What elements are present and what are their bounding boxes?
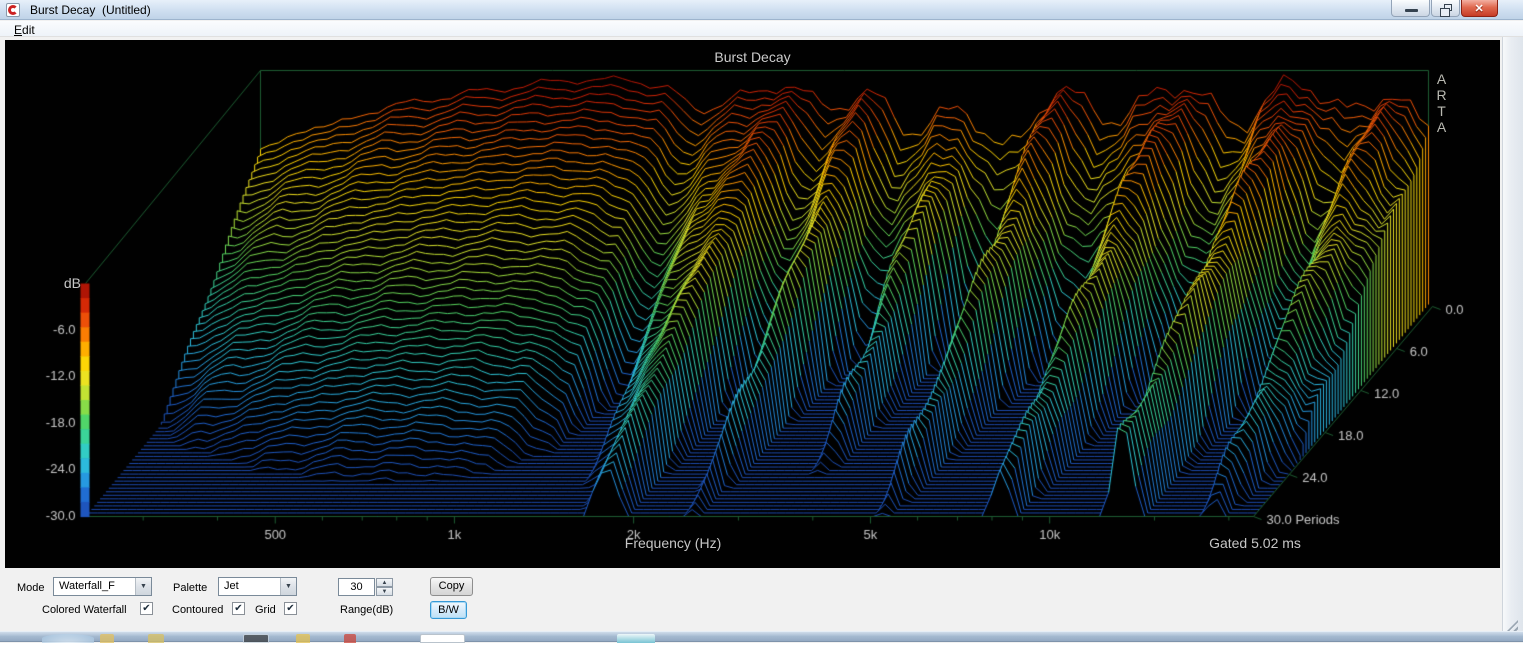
mode-select[interactable]: Waterfall_F ▼ — [53, 577, 152, 596]
grid-checkbox[interactable]: ✔ — [284, 602, 297, 615]
colored-waterfall-label: Colored Waterfall — [42, 604, 127, 616]
grid-label: Grid — [255, 604, 276, 616]
control-bar: Mode Waterfall_F ▼ Palette Jet ▼ 30 ▲ ▼ … — [0, 568, 1500, 630]
taskbar-icon-hint — [420, 634, 465, 643]
window-title: Burst Decay (Untitled) — [30, 3, 151, 17]
chart-title: Burst Decay — [5, 49, 1500, 65]
window-right-border — [1502, 37, 1523, 631]
restore-button[interactable] — [1431, 0, 1460, 17]
spin-down-icon[interactable]: ▼ — [376, 587, 393, 596]
menubar: Edit — [0, 21, 1523, 37]
restore-icon — [1444, 4, 1452, 11]
colored-waterfall-checkbox[interactable]: ✔ — [140, 602, 153, 615]
window-bottom-border — [0, 631, 1523, 642]
contoured-label: Contoured — [172, 604, 223, 616]
titlebar: Burst Decay (Untitled) ✕ — [0, 0, 1523, 20]
range-db-label: Range(dB) — [340, 604, 393, 616]
app-window: Burst Decay (Untitled) ✕ Edit Burst Deca… — [0, 0, 1523, 653]
app-icon — [6, 3, 20, 17]
desktop-sliver — [0, 643, 1523, 653]
taskbar-icon-hint — [243, 634, 269, 643]
range-db-input[interactable]: 30 — [338, 578, 375, 596]
taskbar-icon-hint — [296, 634, 310, 643]
palette-select-value: Jet — [224, 580, 239, 592]
copy-button[interactable]: Copy — [430, 577, 473, 596]
close-icon: ✕ — [1475, 2, 1484, 15]
bw-button[interactable]: B/W — [430, 601, 467, 619]
db-axis-label: dB — [55, 275, 81, 291]
start-orb-hint — [42, 634, 94, 643]
menu-item-edit[interactable]: Edit — [10, 22, 39, 38]
minimize-button[interactable] — [1391, 0, 1430, 17]
chevron-down-icon: ▼ — [135, 578, 151, 595]
mode-label: Mode — [17, 582, 45, 594]
waterfall-canvas — [5, 40, 1500, 568]
x-axis-label: Frequency (Hz) — [593, 535, 753, 551]
gated-label: Gated 5.02 ms — [1145, 535, 1365, 551]
minimize-icon — [1405, 9, 1418, 12]
close-button[interactable]: ✕ — [1461, 0, 1498, 17]
range-db-stepper: ▲ ▼ — [376, 578, 393, 596]
chevron-down-icon: ▼ — [280, 578, 296, 595]
taskbar-icon-hint — [100, 634, 114, 643]
contoured-checkbox[interactable]: ✔ — [232, 602, 245, 615]
palette-select[interactable]: Jet ▼ — [218, 577, 297, 596]
mode-select-value: Waterfall_F — [59, 580, 115, 592]
taskbar-icon-hint — [617, 634, 655, 643]
spin-up-icon[interactable]: ▲ — [376, 578, 393, 587]
plot-area: Burst Decay ARTA dB Frequency (Hz) Gated… — [5, 40, 1500, 568]
palette-label: Palette — [173, 582, 207, 594]
arta-watermark: ARTA — [1434, 71, 1449, 135]
taskbar-icon-hint — [344, 634, 356, 643]
taskbar-icon-hint — [148, 634, 164, 643]
